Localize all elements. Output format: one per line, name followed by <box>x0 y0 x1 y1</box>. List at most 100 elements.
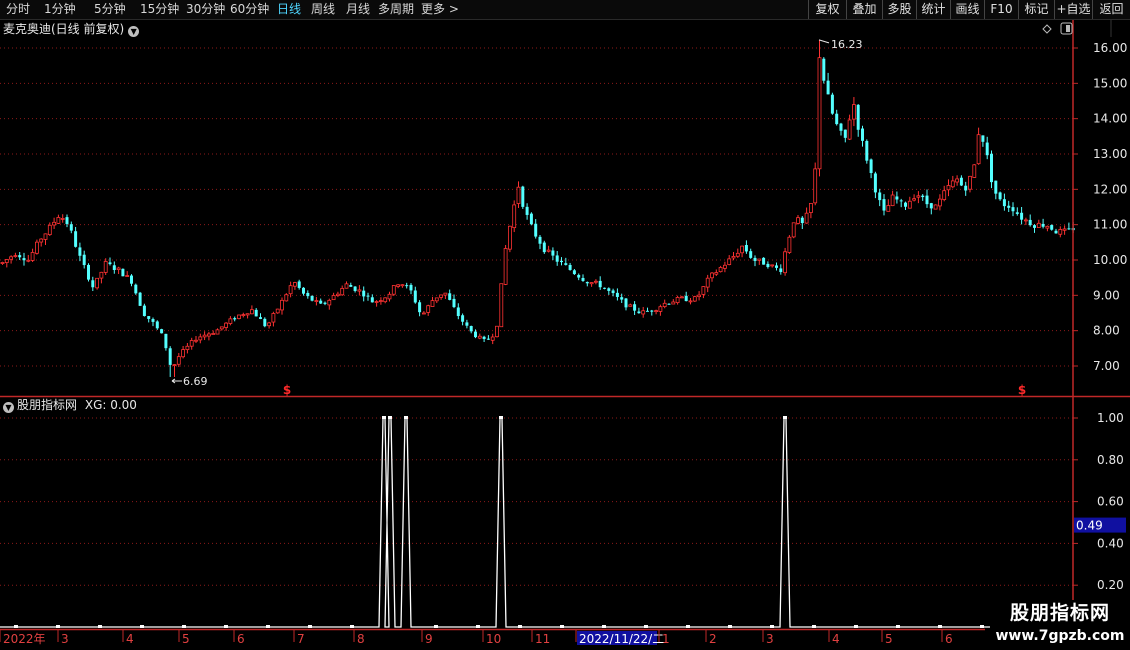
candle-body-down <box>1002 199 1006 207</box>
panel-toggle-icon-fill <box>1066 25 1070 32</box>
price-tick-label: 15.00 <box>1093 76 1127 90</box>
candle-body-down <box>233 318 237 320</box>
candle-body-down <box>633 304 637 311</box>
candle-body-down <box>263 318 267 327</box>
tab-60min[interactable]: 60分钟 <box>230 0 269 19</box>
price-tick-label: 10.00 <box>1093 253 1127 267</box>
candle-body-up <box>817 57 822 170</box>
candle-body-up <box>374 301 379 303</box>
multi-stock-button[interactable]: 多股 <box>882 0 916 19</box>
chevron-down-icon[interactable]: ▼ <box>128 26 140 37</box>
price-tick-label: 8.00 <box>1093 324 1120 338</box>
candle-body-up <box>344 283 349 289</box>
candle-body-down <box>607 288 611 291</box>
f10-button[interactable]: F10 <box>984 0 1018 19</box>
candle-body-down <box>168 348 172 365</box>
candle-body-up <box>723 264 727 269</box>
candle-body-down <box>921 195 925 198</box>
candle-body-up <box>181 349 186 358</box>
tab-weekly[interactable]: 周线 <box>311 0 335 19</box>
candle-body-up <box>714 272 719 275</box>
xg-point <box>476 625 480 628</box>
main-chart-title-bar: 麦克奥迪(日线 前复权) ▼ <box>3 21 140 37</box>
candle-body-up <box>688 300 693 303</box>
tab-monthly[interactable]: 月线 <box>346 0 370 19</box>
candle-body-up <box>680 296 684 299</box>
candle-body-down <box>319 300 323 304</box>
tab-15min[interactable]: 15分钟 <box>140 0 179 19</box>
indicator-tick-label: 0.40 <box>1097 536 1124 550</box>
candle-body-down <box>78 247 82 256</box>
candle-body-up <box>99 271 104 279</box>
candle-body-down <box>646 310 649 312</box>
candle-body-down <box>611 290 615 294</box>
candle-body-down <box>366 295 370 297</box>
mark-button[interactable]: 标记 <box>1018 0 1054 19</box>
candle-body-down <box>1033 225 1036 228</box>
candle-body-down <box>555 255 559 262</box>
candle-body-up <box>267 322 272 327</box>
xg-point <box>770 625 774 628</box>
candle-body-up <box>740 245 744 254</box>
candle-body-down <box>310 295 314 301</box>
add-favorite-button[interactable]: +自选 <box>1054 0 1092 19</box>
candle-body-down <box>405 285 409 287</box>
xg-signal-cap <box>388 416 392 419</box>
draw-line-button[interactable]: 画线 <box>950 0 984 19</box>
overlay-button[interactable]: 叠加 <box>846 0 882 19</box>
chart-canvas[interactable]: 16.0015.0014.0013.0012.0011.0010.009.008… <box>0 0 1130 650</box>
tab-daily[interactable]: 日线 <box>277 0 301 19</box>
candle-body-down <box>147 316 151 319</box>
candle-body-down <box>882 199 886 211</box>
restore-rights-button[interactable]: 复权 <box>808 0 846 19</box>
xg-point <box>350 625 354 628</box>
candle-body-down <box>353 286 357 291</box>
candle-body-down <box>1007 205 1011 208</box>
low-price-label: 6.69 <box>183 375 208 388</box>
candle-body-up <box>176 356 181 365</box>
tab-fenshi[interactable]: 分时 <box>6 0 30 19</box>
candle-body-up <box>116 267 121 270</box>
candle-body-up <box>955 178 959 183</box>
candle-body-up <box>60 218 65 220</box>
date-tick-label: 2022年 <box>3 632 46 646</box>
tab-multi-period[interactable]: 多周期 <box>378 0 414 19</box>
candle-body-up <box>245 313 250 316</box>
candle-body-down <box>461 315 465 322</box>
candle-body-down <box>895 196 899 200</box>
candle-body-down <box>448 293 452 300</box>
price-tick-label: 12.00 <box>1093 182 1127 196</box>
candle-body-down <box>560 260 563 263</box>
candle-body-up <box>421 312 426 315</box>
price-axis: 16.00 15.00 14.00 13.00 12.00 11.00 10.00 9.00 8… <box>1073 41 1127 373</box>
tab-more[interactable]: 更多 > <box>421 0 459 19</box>
candle-body-down <box>482 336 486 339</box>
xg-point <box>980 625 984 628</box>
date-tick-label: 7 <box>297 632 305 646</box>
candle-body-down <box>306 292 310 297</box>
tab-5min[interactable]: 5分钟 <box>94 0 126 19</box>
candle-body-up <box>847 119 852 140</box>
candle-body-down <box>620 297 624 300</box>
candle-body-up <box>103 261 108 273</box>
back-button[interactable]: 返回 <box>1092 0 1130 19</box>
indicator-tick-label: 0.80 <box>1097 453 1124 467</box>
candle-body-up <box>331 295 336 301</box>
candle-body-down <box>839 123 843 131</box>
tab-1min[interactable]: 1分钟 <box>44 0 76 19</box>
candle-body-down <box>65 217 69 225</box>
statistics-button[interactable]: 统计 <box>916 0 950 19</box>
candle-body-down <box>91 280 95 288</box>
candle-body-up <box>933 204 938 210</box>
candle-body-up <box>675 297 680 304</box>
candle-body-up <box>439 294 444 298</box>
candle-body-down <box>753 257 757 261</box>
candle-body-down <box>899 200 903 202</box>
candle-body-down <box>469 326 473 332</box>
candle-body-up <box>172 364 177 366</box>
candle-body-up <box>942 190 947 200</box>
candle-body-down <box>151 319 155 322</box>
tab-30min[interactable]: 30分钟 <box>186 0 225 19</box>
candle-body-down <box>259 317 262 319</box>
chevron-down-icon[interactable]: ▼ <box>3 402 14 413</box>
